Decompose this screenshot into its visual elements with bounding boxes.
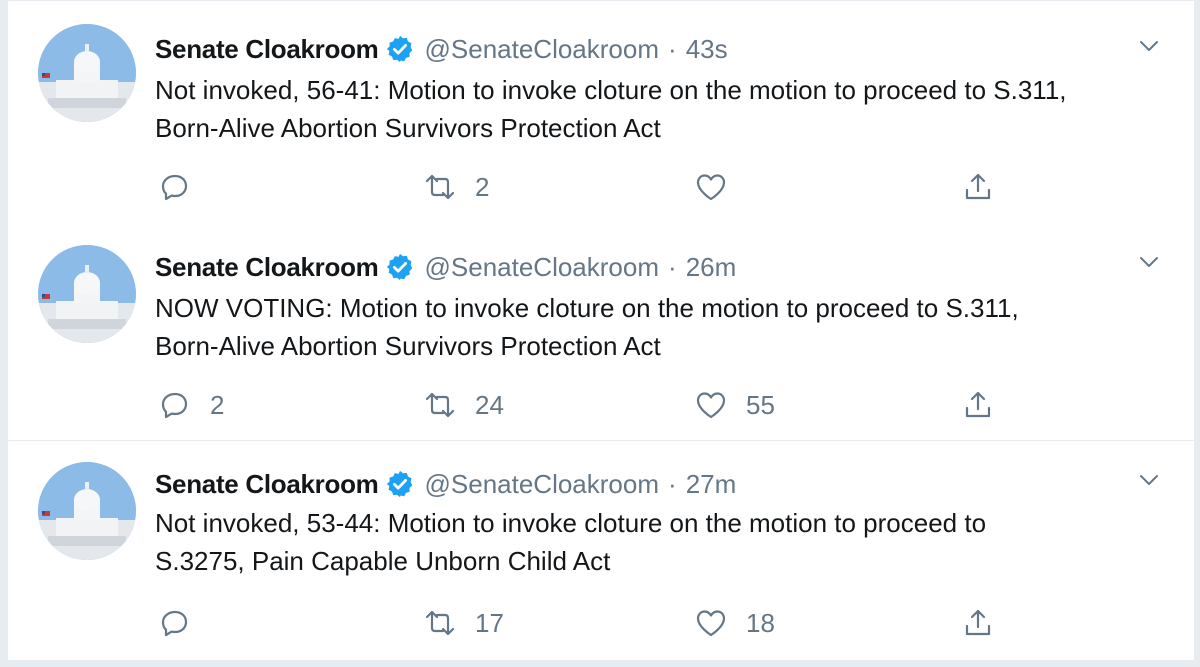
author-handle[interactable]: @SenateCloakroom <box>425 34 660 65</box>
reply-button[interactable]: 2 <box>158 383 224 427</box>
separator-dot: · <box>668 251 677 282</box>
timestamp[interactable]: 43s <box>686 34 728 65</box>
share-icon <box>965 391 991 418</box>
chevron-down-icon[interactable] <box>1138 251 1160 273</box>
tweet-text: Not invoked, 53-44: Motion to invoke clo… <box>155 504 1155 580</box>
share-icon <box>965 609 991 636</box>
tweet-actions: 17 18 <box>8 601 1194 645</box>
timeline: Senate Cloakroom @SenateCloakroom · 43s … <box>8 0 1194 661</box>
retweet-icon <box>425 610 455 636</box>
avatar[interactable] <box>38 462 136 560</box>
share-icon <box>965 173 991 200</box>
share-button[interactable] <box>961 165 995 209</box>
tweet-text-line: NOW VOTING: Motion to invoke cloture on … <box>155 293 1019 323</box>
author-name[interactable]: Senate Cloakroom <box>155 469 379 500</box>
separator-dot: · <box>668 33 677 64</box>
tweet-text: NOW VOTING: Motion to invoke cloture on … <box>155 289 1155 365</box>
heart-icon <box>696 174 726 201</box>
retweet-button[interactable]: 17 <box>423 601 504 645</box>
reply-button[interactable] <box>158 601 210 645</box>
verified-badge-icon <box>385 34 415 64</box>
verified-badge-icon <box>385 469 415 499</box>
retweet-count: 2 <box>475 171 490 202</box>
author-name[interactable]: Senate Cloakroom <box>155 252 379 283</box>
share-button[interactable] <box>961 383 995 427</box>
retweet-count: 24 <box>475 389 504 420</box>
like-button[interactable]: 55 <box>694 383 775 427</box>
retweet-count: 17 <box>475 607 504 638</box>
author-name[interactable]: Senate Cloakroom <box>155 34 379 65</box>
retweet-button[interactable]: 24 <box>423 383 504 427</box>
tweet-text-line: S.3275, Pain Capable Unborn Child Act <box>155 546 611 576</box>
tweet-text-line: Not invoked, 56-41: Motion to invoke clo… <box>155 75 1067 105</box>
heart-icon <box>696 392 726 419</box>
reply-icon <box>161 174 188 201</box>
chevron-down-icon[interactable] <box>1138 469 1160 491</box>
tweet-actions: 2 24 55 <box>8 383 1194 427</box>
verified-badge-icon <box>385 252 415 282</box>
like-count: 18 <box>746 607 775 638</box>
tweet[interactable]: Senate Cloakroom @SenateCloakroom · 26m … <box>8 223 1194 441</box>
timestamp[interactable]: 27m <box>686 469 737 500</box>
tweet-text-line: Born-Alive Abortion Survivors Protection… <box>155 331 661 361</box>
tweet-text-line: Born-Alive Abortion Survivors Protection… <box>155 113 661 143</box>
tweet-text: Not invoked, 56-41: Motion to invoke clo… <box>155 71 1155 147</box>
retweet-icon <box>425 174 455 200</box>
retweet-button[interactable]: 2 <box>423 165 489 209</box>
like-count: 55 <box>746 389 775 420</box>
tweet-header: Senate Cloakroom @SenateCloakroom · 43s <box>155 31 728 67</box>
heart-icon <box>696 610 726 637</box>
tweet[interactable]: Senate Cloakroom @SenateCloakroom · 43s … <box>8 0 1194 224</box>
reply-icon <box>161 610 188 637</box>
reply-icon <box>161 392 188 419</box>
like-button[interactable]: 18 <box>694 601 775 645</box>
share-button[interactable] <box>961 601 995 645</box>
capitol-avatar-image <box>38 462 136 560</box>
tweet-header: Senate Cloakroom @SenateCloakroom · 27m <box>155 466 736 502</box>
capitol-avatar-image <box>38 245 136 343</box>
capitol-avatar-image <box>38 24 136 122</box>
tweet-actions: 2 <box>8 165 1194 209</box>
tweet[interactable]: Senate Cloakroom @SenateCloakroom · 27m … <box>8 441 1194 661</box>
retweet-icon <box>425 392 455 418</box>
tweet-text-line: Not invoked, 53-44: Motion to invoke clo… <box>155 508 987 538</box>
avatar[interactable] <box>38 24 136 122</box>
timestamp[interactable]: 26m <box>686 252 737 283</box>
reply-count: 2 <box>210 389 225 420</box>
chevron-down-icon[interactable] <box>1138 35 1160 57</box>
reply-button[interactable] <box>158 165 210 209</box>
separator-dot: · <box>668 468 677 499</box>
avatar[interactable] <box>38 245 136 343</box>
tweet-header: Senate Cloakroom @SenateCloakroom · 26m <box>155 249 736 285</box>
like-button[interactable] <box>694 165 746 209</box>
author-handle[interactable]: @SenateCloakroom <box>425 252 660 283</box>
author-handle[interactable]: @SenateCloakroom <box>425 469 660 500</box>
